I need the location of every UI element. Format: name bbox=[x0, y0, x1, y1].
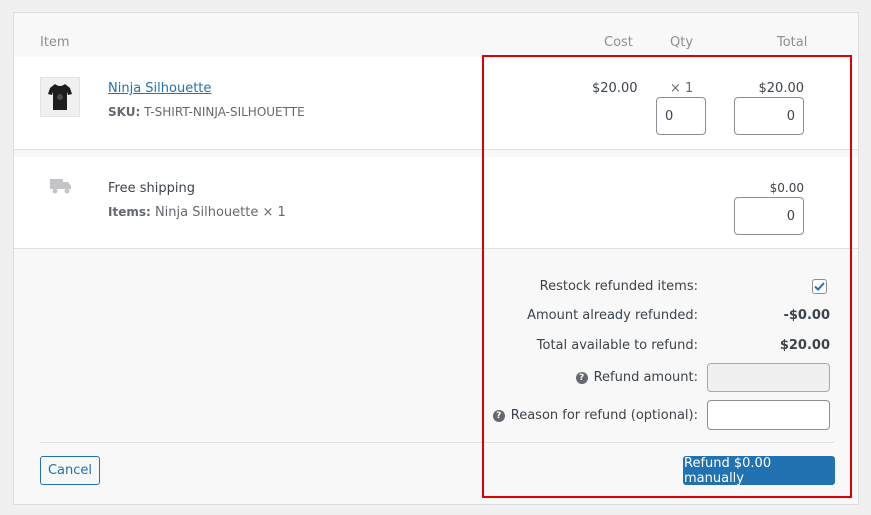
shipping-refund-input[interactable] bbox=[734, 197, 804, 235]
already-refunded-label: Amount already refunded: bbox=[527, 308, 698, 323]
available-label: Total available to refund: bbox=[536, 338, 698, 353]
truck-icon bbox=[50, 177, 72, 199]
refund-amount-input[interactable] bbox=[707, 363, 830, 392]
item-cost: $20.00 bbox=[592, 81, 638, 96]
tshirt-icon[interactable] bbox=[40, 77, 80, 117]
header-item: Item bbox=[40, 35, 70, 50]
checkmark-icon bbox=[814, 282, 825, 291]
already-refunded-value: -$0.00 bbox=[783, 308, 830, 323]
shipping-name: Free shipping bbox=[108, 181, 195, 196]
qty-value: × 1 bbox=[670, 81, 694, 96]
refund-total-input[interactable] bbox=[734, 97, 804, 135]
sku-value: T-SHIRT-NINJA-SILHOUETTE bbox=[144, 105, 305, 119]
header-cost: Cost bbox=[604, 35, 633, 50]
refund-items-panel: Item Cost Qty Total Ninja Silhouette SKU… bbox=[13, 12, 859, 505]
product-sku: SKU: T-SHIRT-NINJA-SILHOUETTE bbox=[108, 105, 305, 119]
cancel-button[interactable]: Cancel bbox=[40, 456, 100, 485]
shipping-total: $0.00 bbox=[769, 181, 804, 195]
item-total: $20.00 bbox=[758, 81, 805, 96]
refund-amount-label: Refund amount: bbox=[593, 370, 698, 385]
available-value: $20.00 bbox=[779, 338, 830, 353]
reason-label: Reason for refund (optional): bbox=[510, 408, 698, 423]
reason-input[interactable] bbox=[707, 400, 830, 430]
shipping-row: Free shipping Items: Ninja Silhouette × … bbox=[14, 157, 858, 249]
reason-label-wrap: ? Reason for refund (optional): bbox=[492, 408, 698, 423]
refund-qty-input[interactable] bbox=[656, 97, 706, 135]
header-total: Total bbox=[777, 35, 808, 50]
shipping-items-label: Items: bbox=[108, 205, 151, 219]
divider bbox=[40, 442, 834, 443]
line-item-row: Ninja Silhouette SKU: T-SHIRT-NINJA-SILH… bbox=[14, 57, 858, 150]
shipping-items: Items: Ninja Silhouette × 1 bbox=[108, 205, 286, 220]
item-qty: × 1 bbox=[670, 81, 693, 96]
sku-label: SKU: bbox=[108, 105, 141, 119]
question-circle-icon[interactable]: ? bbox=[492, 410, 505, 422]
product-name-link[interactable]: Ninja Silhouette bbox=[108, 81, 211, 96]
restock-checkbox[interactable] bbox=[812, 279, 827, 294]
refund-manually-button[interactable]: Refund $0.00 manually bbox=[683, 456, 835, 486]
header-qty: Qty bbox=[670, 35, 694, 50]
restock-label: Restock refunded items: bbox=[539, 279, 698, 294]
refund-amount-label-wrap: ? Refund amount: bbox=[575, 370, 698, 385]
shipping-items-value: Ninja Silhouette × 1 bbox=[154, 205, 286, 220]
question-circle-icon[interactable]: ? bbox=[575, 372, 588, 384]
